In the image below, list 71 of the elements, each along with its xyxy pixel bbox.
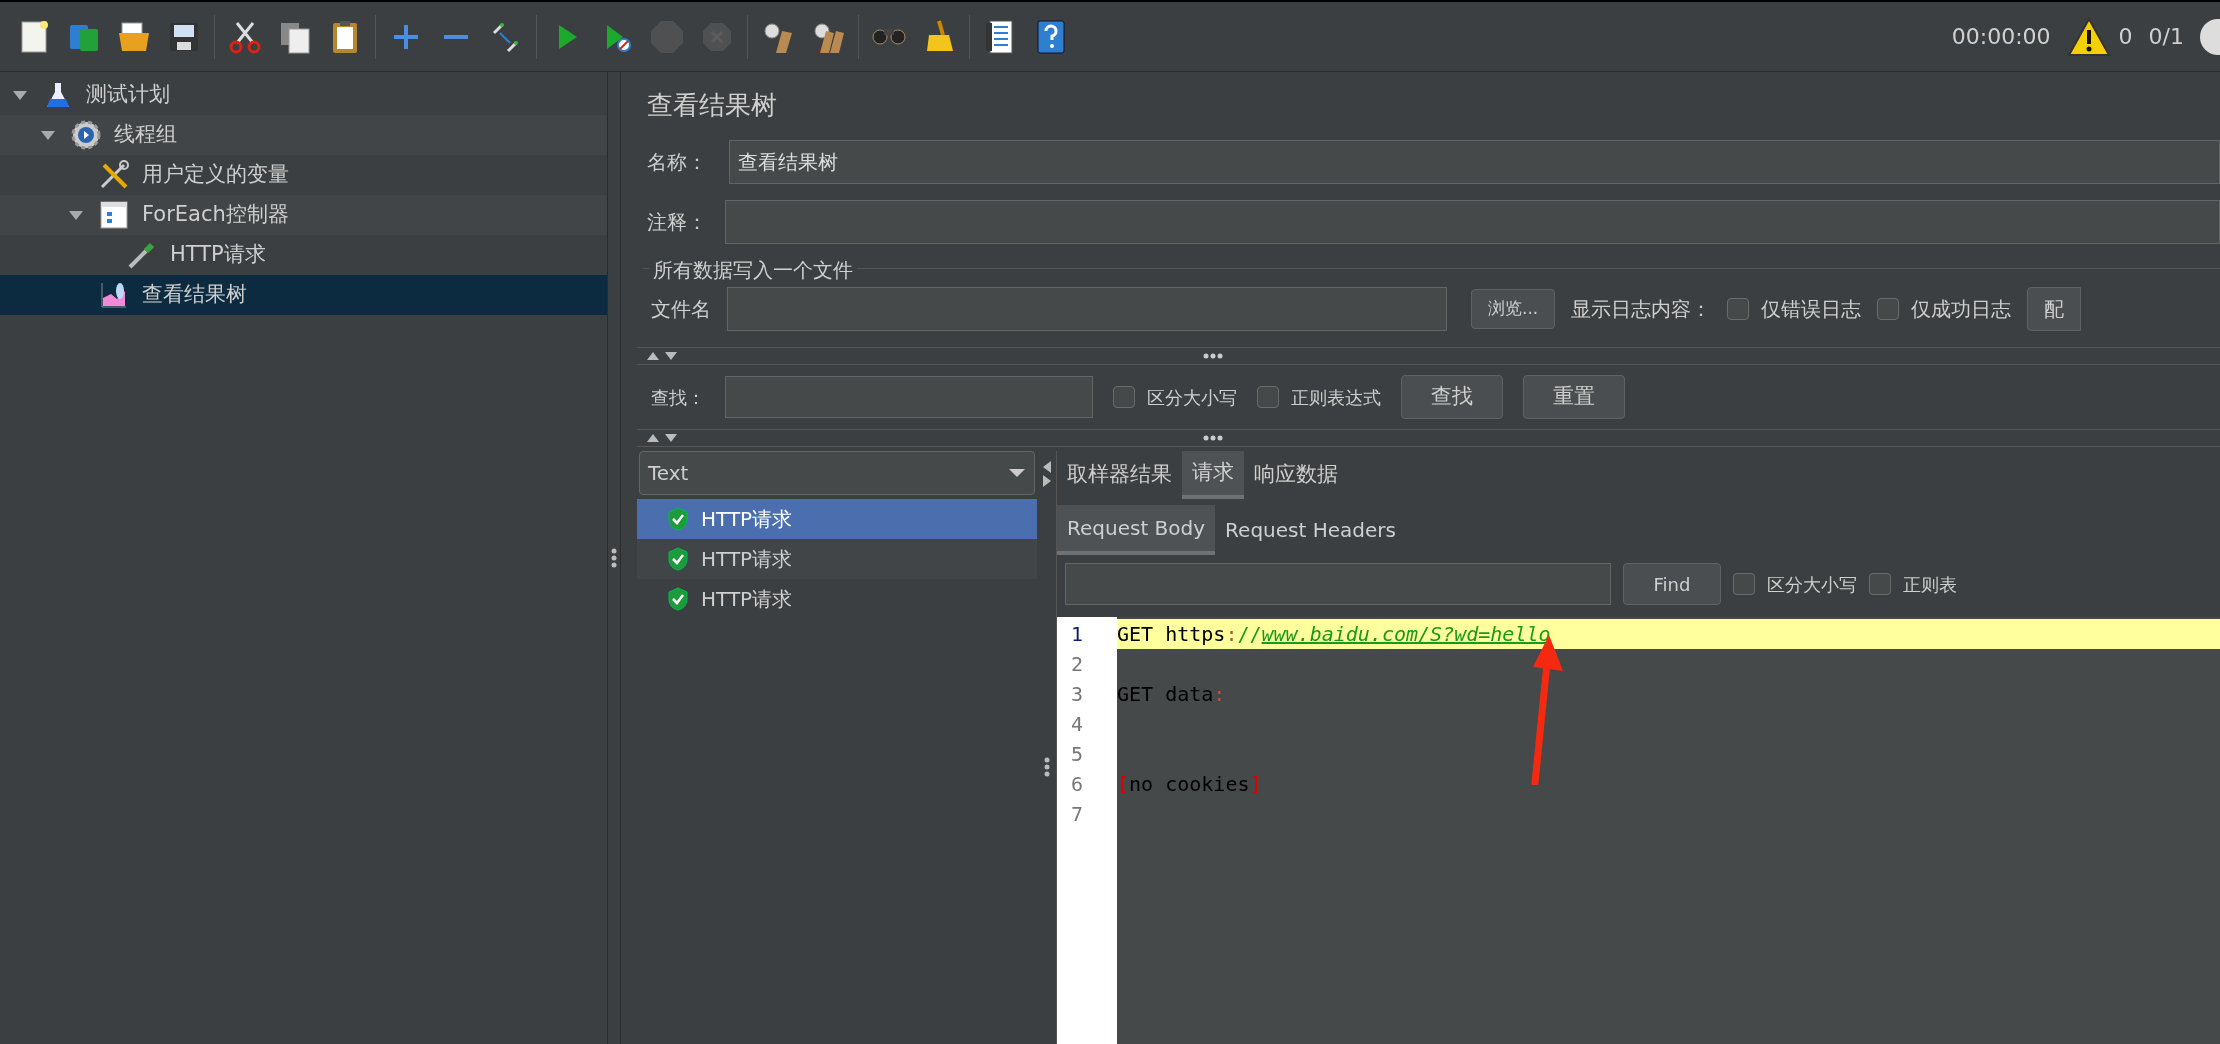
code-line: GET data: — [1117, 682, 1226, 706]
tab[interactable]: Request Body — [1057, 505, 1216, 555]
expand-icon — [392, 22, 420, 51]
caret-icon — [12, 89, 28, 101]
checkbox-label: 区分大小写 — [1147, 385, 1237, 410]
search-field[interactable] — [725, 376, 1093, 418]
find-button[interactable]: Find — [1623, 563, 1721, 605]
tree-item[interactable]: ForEach控制器 — [0, 195, 607, 235]
search-icon — [871, 27, 907, 46]
line-number: 5 — [1070, 741, 1085, 768]
checkbox[interactable] — [1869, 573, 1891, 595]
checkbox[interactable] — [1733, 573, 1755, 595]
field-label: 显示日志内容： — [1571, 296, 1712, 323]
drag-handle-icon[interactable] — [1203, 435, 1223, 441]
line-number: 7 — [1070, 801, 1085, 828]
checkbox[interactable] — [1727, 298, 1750, 320]
field-label: 文件名 — [651, 296, 711, 323]
warning-icon[interactable] — [2066, 16, 2111, 57]
comment-field[interactable] — [725, 200, 2220, 244]
caret-icon — [68, 209, 84, 221]
filename-field[interactable] — [727, 287, 1447, 331]
search-field[interactable] — [1065, 563, 1611, 605]
drag-handle-icon[interactable] — [1203, 353, 1223, 359]
result-item[interactable]: HTTP请求 — [637, 539, 1037, 579]
thread-count: 0/1 — [2148, 23, 2184, 51]
tab[interactable]: 响应数据 — [1244, 451, 1348, 499]
shield-check-icon — [667, 587, 689, 611]
drag-handle-icon[interactable] — [1043, 756, 1050, 777]
window-icon — [98, 199, 130, 231]
field-label: 注释： — [646, 209, 708, 236]
line-number: 3 — [1070, 681, 1085, 708]
checkbox-label: 仅错误日志 — [1761, 296, 1862, 323]
name-field[interactable]: 查看结果树 — [729, 140, 2220, 184]
tab[interactable]: Request Headers — [1215, 505, 1406, 555]
checkbox-label: 正则表 — [1903, 572, 1957, 597]
line-number: 6 — [1070, 771, 1085, 798]
drag-handle-icon[interactable] — [611, 548, 617, 568]
checkbox[interactable] — [1877, 298, 1900, 320]
field-label: 查找： — [651, 385, 705, 410]
line-number: 4 — [1070, 711, 1085, 738]
line-number: 1 — [1070, 621, 1085, 648]
caret-icon — [1008, 468, 1026, 478]
tree-item[interactable]: 线程组 — [0, 115, 607, 155]
shield-check-icon — [667, 507, 689, 531]
tree-item[interactable]: 查看结果树 — [0, 275, 607, 315]
tools-icon — [98, 159, 130, 191]
code-line: GET https://www.baidu.com/S?wd=hello — [1117, 622, 1551, 646]
checkbox-label: 区分大小写 — [1767, 572, 1857, 597]
checkbox[interactable] — [1113, 386, 1135, 408]
checkbox[interactable] — [1257, 386, 1279, 408]
elapsed-time: 00:00:00 — [1951, 23, 2051, 51]
code-line: [no cookies] — [1117, 772, 1262, 796]
shield-check-icon — [667, 547, 689, 571]
panel-title: 查看结果树 — [647, 89, 778, 122]
checkbox-label: 正则表达式 — [1291, 385, 1381, 410]
collapse-icon — [442, 32, 470, 41]
split-arrows-icon[interactable] — [1041, 459, 1052, 489]
tab[interactable]: 取样器结果 — [1057, 451, 1182, 499]
renderer-dropdown[interactable]: Text — [639, 451, 1035, 495]
tab[interactable]: 请求 — [1182, 451, 1244, 499]
result-item[interactable]: HTTP请求 — [637, 499, 1037, 539]
config-button[interactable]: 配 — [2027, 287, 2082, 331]
reset-button[interactable]: 重置 — [1523, 375, 1625, 419]
find-button[interactable]: 查找 — [1401, 375, 1503, 419]
checkbox-label: 仅成功日志 — [1911, 296, 2012, 323]
caret-icon — [40, 129, 56, 141]
warning-count: 0 — [2118, 23, 2133, 51]
browse-button[interactable]: 浏览... — [1471, 289, 1556, 329]
gear-icon — [70, 119, 102, 151]
field-label: 名称： — [646, 149, 708, 176]
line-number: 2 — [1070, 651, 1085, 678]
